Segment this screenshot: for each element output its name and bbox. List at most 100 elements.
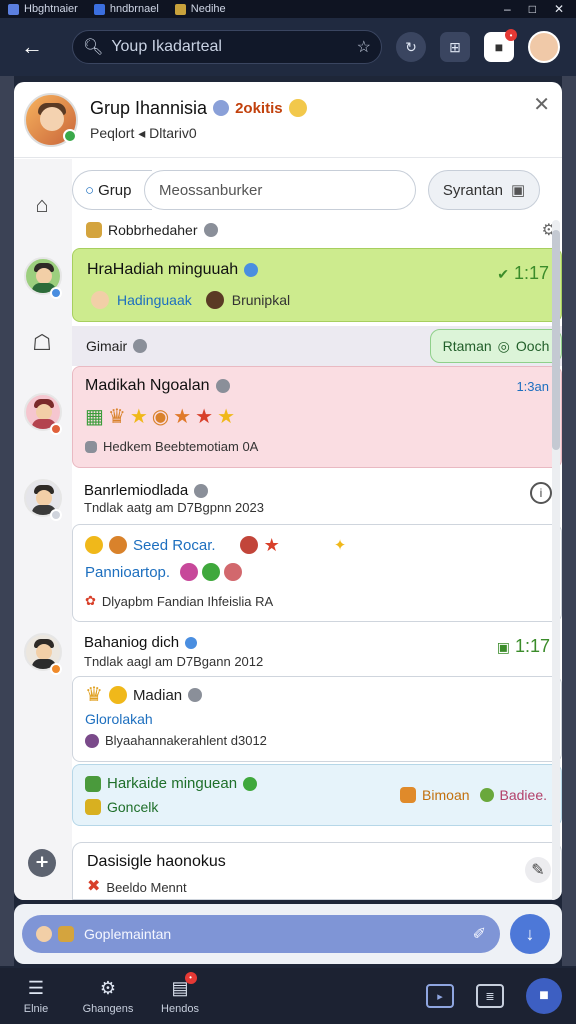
window-tab-3[interactable]: Nedihe bbox=[167, 0, 234, 18]
reward-item[interactable]: Badiee. bbox=[500, 787, 547, 803]
nav-label: Hendos bbox=[161, 1002, 199, 1015]
section-label: Gimair bbox=[86, 338, 148, 354]
reward-banner[interactable]: Harkaide minguean Goncelk Bimoan Badiee. bbox=[72, 764, 562, 826]
gift-icon bbox=[85, 775, 101, 792]
highlighted-message[interactable]: HraHadiah minguuah ✔ 1:17 Hadinguaak Bru… bbox=[72, 248, 562, 322]
scrollbar[interactable] bbox=[552, 220, 560, 900]
group-icon: ○ bbox=[85, 181, 95, 199]
search-input[interactable]: Youp Ikadarteal bbox=[111, 38, 356, 56]
nav-item-settings[interactable]: ⚙ Ghangens bbox=[72, 978, 144, 1015]
sticker-row: ▦ ♛ ★ ◉ ★ ★ ★ bbox=[85, 407, 235, 427]
mic-icon[interactable]: ☆ bbox=[357, 37, 371, 57]
chat-bubble-icon[interactable]: ✎ bbox=[525, 857, 551, 883]
nav-item-home[interactable]: ☰ Elnie bbox=[0, 978, 72, 1015]
app-icon bbox=[8, 3, 19, 15]
message-title: Madikah Ngoalan bbox=[85, 377, 210, 394]
add-icon[interactable]: ➕︎ bbox=[28, 849, 56, 877]
bread-icon bbox=[109, 536, 127, 554]
camera-icon: ▣ bbox=[510, 182, 526, 199]
time-text: 1:17 bbox=[514, 636, 550, 656]
coin-icon[interactable]: ◉ bbox=[152, 407, 169, 427]
pinned-row: Robbrhedaher ⚙ bbox=[72, 218, 562, 242]
screen-icon[interactable]: ≣ bbox=[476, 984, 504, 1008]
message-filter-field[interactable]: Meossanburker bbox=[144, 170, 416, 210]
back-arrow-icon[interactable]: ← bbox=[10, 25, 54, 69]
message-time: 1:3an bbox=[516, 379, 549, 394]
building-icon[interactable]: ☖ bbox=[26, 327, 58, 359]
draft-title: Dasisigle haonokus bbox=[87, 853, 226, 870]
info-icon bbox=[203, 223, 218, 237]
status-dot bbox=[50, 423, 62, 435]
leaf-icon bbox=[243, 776, 258, 791]
list-icon: ☰ bbox=[27, 977, 45, 998]
user-avatar[interactable] bbox=[528, 31, 560, 63]
maximize-button[interactable]: □ bbox=[529, 2, 536, 16]
star-icon[interactable]: ★ bbox=[217, 407, 235, 427]
refresh-icon[interactable]: ↻ bbox=[396, 32, 426, 62]
tab-label: Hbghtnaier bbox=[24, 3, 78, 15]
sparkle-icon bbox=[479, 788, 494, 802]
star-icon[interactable]: ★ bbox=[130, 407, 148, 427]
status-dot bbox=[50, 509, 62, 521]
draft-sub: Beeldo Mennt bbox=[106, 879, 187, 895]
pinned-label: Robbrhedaher bbox=[108, 222, 218, 238]
user-avatar-small bbox=[91, 291, 109, 309]
bottom-navigation: ☰ Elnie ⚙ Ghangens ▤ • Hendos ▸ ≣ ■ bbox=[0, 968, 576, 1024]
ball-icon bbox=[202, 563, 221, 581]
cast-icon[interactable]: ▸ bbox=[426, 984, 454, 1008]
candy-icon bbox=[180, 563, 199, 581]
post-body[interactable]: ♛ Madian Glorolakah Blyaahannakerahlent … bbox=[72, 676, 562, 762]
send-button[interactable]: ↓ bbox=[510, 914, 550, 954]
message-footer: Hedkem Beebtemotiam 0A bbox=[103, 439, 259, 454]
info-circle-icon[interactable]: i bbox=[530, 482, 552, 504]
notifications-icon[interactable]: ■ • bbox=[484, 29, 517, 62]
emoji-icon bbox=[288, 99, 307, 117]
group-chat-panel: Grup Ihannisia 2okitis Peqlort ◂ Dltariv… bbox=[14, 82, 562, 900]
close-icon[interactable]: ✕ bbox=[533, 92, 550, 117]
post-title: Banrlemiodlada bbox=[84, 482, 189, 499]
pin-icon bbox=[86, 222, 102, 238]
post-meta: Tndlak aatg am D7Bgpnn 2023 bbox=[84, 500, 264, 515]
reward-item[interactable]: Bimoan bbox=[422, 787, 469, 803]
window-titlebar: Hbghtnaier hndbrnael Nedihe – □ ✕ bbox=[0, 0, 576, 18]
gear-icon: ⚙ bbox=[99, 977, 117, 998]
search-bar[interactable]: 🔍︎ Youp Ikadarteal ☆ bbox=[72, 30, 382, 64]
group-tab[interactable]: ○ Grup bbox=[72, 170, 152, 210]
tab-label: hndbrnael bbox=[109, 3, 159, 15]
clock-icon bbox=[133, 339, 148, 353]
group-title: Grup Ihannisia bbox=[90, 97, 208, 118]
window-tab-1[interactable]: Hbghtnaier bbox=[0, 0, 86, 18]
star-icon[interactable]: ★ bbox=[195, 407, 213, 427]
crown-icon: ♛ bbox=[85, 684, 103, 706]
post-body[interactable]: Seed Rocar. ★ ✦ Pannioartop. ✿ Dlyapbm F… bbox=[72, 524, 562, 622]
group-avatar[interactable] bbox=[24, 92, 78, 147]
chat-icon[interactable]: ■ bbox=[526, 978, 562, 1014]
post-line: Dlyapbm Fandian Ihfeislia RA bbox=[101, 593, 274, 609]
return-button[interactable]: Rtaman ◎ Ooch bbox=[430, 329, 562, 363]
attach-icon[interactable]: ✐ bbox=[473, 924, 486, 944]
search-icon: 🔍︎ bbox=[83, 39, 104, 56]
home-icon[interactable]: ⌂ bbox=[26, 189, 58, 221]
scroll-thumb[interactable] bbox=[552, 230, 560, 450]
message-input[interactable]: Goplemaintan ✐ bbox=[22, 915, 500, 953]
sticker-icon[interactable] bbox=[58, 926, 74, 942]
user-avatar-small bbox=[205, 291, 224, 309]
save-button[interactable]: Syrantan ▣ bbox=[428, 170, 540, 210]
pink-message[interactable]: Madikah Ngoalan 1:3an ▦ ♛ ★ ◉ ★ ★ ★ Hedk… bbox=[72, 366, 562, 468]
gift-icon[interactable]: ▦ bbox=[85, 407, 104, 427]
nav-item-messages[interactable]: ▤ • Hendos bbox=[144, 971, 216, 1015]
pinned-text: Robbrhedaher bbox=[108, 222, 198, 238]
star-icon[interactable]: ★ bbox=[173, 407, 191, 427]
app-icon bbox=[174, 3, 186, 15]
time-text: 1:17 bbox=[513, 263, 549, 283]
crown-icon[interactable]: ♛ bbox=[108, 407, 126, 427]
user-name[interactable]: Brunipkal bbox=[232, 292, 290, 308]
window-tab-2[interactable]: hndbrnael bbox=[86, 0, 167, 18]
compose-icon[interactable]: ⊞ bbox=[440, 32, 470, 62]
section-text: Gimair bbox=[86, 338, 128, 354]
user-name[interactable]: Hadinguaak bbox=[117, 292, 192, 308]
minimize-button[interactable]: – bbox=[504, 2, 511, 16]
close-window-button[interactable]: ✕ bbox=[554, 2, 564, 16]
draft-card[interactable]: Dasisigle haonokus ✖ Beeldo Mennt ✎ bbox=[72, 842, 562, 900]
reward-sub: Goncelk bbox=[107, 799, 159, 815]
